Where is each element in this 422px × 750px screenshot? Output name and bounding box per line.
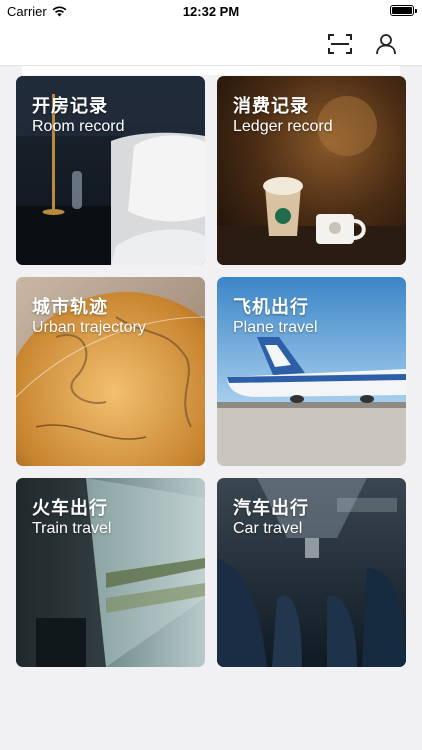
card-title-cn: 汽车出行 — [233, 498, 309, 518]
card-title-cn: 开房记录 — [32, 96, 108, 116]
room-record-card[interactable]: 开房记录 Room record — [16, 76, 205, 265]
card-title-en: Train travel — [32, 520, 112, 537]
card-title-en: Room record — [32, 118, 125, 135]
battery-icon — [390, 5, 417, 16]
status-bar: Carrier 12:32 PM — [0, 0, 422, 22]
card-title-cn: 消费记录 — [233, 96, 309, 116]
card-title-en: Urban trajectory — [32, 319, 146, 336]
ledger-record-card[interactable]: 消费记录 Ledger record — [217, 76, 406, 265]
scan-icon — [328, 34, 352, 54]
content-top-strip — [22, 66, 400, 75]
card-title-cn: 城市轨迹 — [32, 297, 108, 317]
plane-travel-card[interactable]: 飞机出行 Plane travel — [217, 277, 406, 466]
urban-trajectory-card[interactable]: 城市轨迹 Urban trajectory — [16, 277, 205, 466]
card-title-en: Car travel — [233, 520, 303, 537]
profile-button[interactable] — [372, 30, 400, 58]
card-title-en: Plane travel — [233, 319, 318, 336]
status-time: 12:32 PM — [182, 4, 240, 19]
navigation-bar — [0, 22, 422, 66]
train-travel-card[interactable]: 火车出行 Train travel — [16, 478, 205, 667]
card-title-cn: 飞机出行 — [233, 297, 309, 317]
car-travel-card[interactable]: 汽车出行 Car travel — [217, 478, 406, 667]
card-title-cn: 火车出行 — [32, 498, 108, 518]
user-icon — [376, 34, 396, 55]
card-title-en: Ledger record — [233, 118, 333, 135]
scan-button[interactable] — [326, 30, 354, 58]
